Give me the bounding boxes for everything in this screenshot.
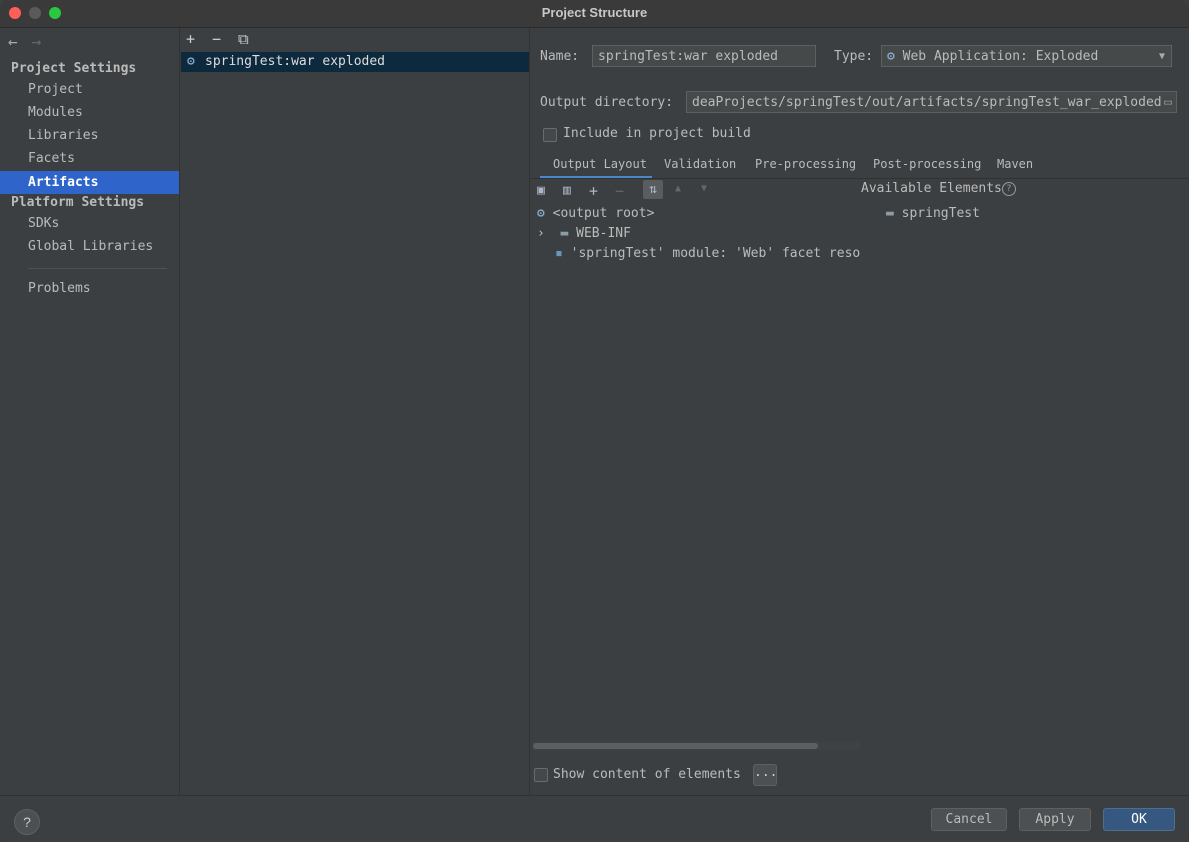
include-in-build-checkbox[interactable] [543, 128, 557, 142]
type-select[interactable]: ⚙ Web Application: Exploded ▼ [881, 45, 1172, 67]
window-title: Project Structure [541, 5, 648, 20]
show-content-checkbox[interactable] [534, 768, 548, 782]
remove-icon[interactable]: − [615, 182, 624, 200]
tree-row-module-resources[interactable]: ▪ 'springTest' module: 'Web' facet resou… [555, 246, 860, 261]
tab-output-layout[interactable]: Output Layout [553, 157, 647, 171]
tab-maven[interactable]: Maven [997, 157, 1033, 171]
nav-item-modules[interactable]: Modules [0, 101, 179, 124]
tab-pre-processing[interactable]: Pre-processing [755, 157, 856, 171]
help-icon[interactable]: ? [1001, 181, 1016, 196]
folder-icon: ▬ [560, 226, 569, 241]
web-facet-icon: ▪ [555, 246, 563, 261]
output-directory-label: Output directory: [540, 95, 674, 110]
web-artifact-icon: ⚙ [887, 49, 895, 64]
nav-item-facets[interactable]: Facets [0, 147, 179, 170]
available-elements-header: Available Elements? [861, 181, 1016, 196]
remove-icon[interactable]: − [212, 30, 238, 48]
artifacts-panel: + − ⧉ ⚙ springTest:war exploded [180, 28, 530, 795]
nav-item-problems[interactable]: Problems [0, 277, 179, 300]
tree-label: <output root> [552, 206, 655, 221]
tree-label: WEB-INF [576, 226, 631, 241]
sort-icon[interactable]: ⇅ [643, 180, 663, 199]
add-copy-icon[interactable]: + [589, 182, 598, 200]
move-down-icon[interactable]: ▼ [701, 183, 707, 194]
name-field[interactable]: springTest:war exploded [592, 45, 816, 67]
module-folder-icon: ▬ [886, 206, 894, 221]
name-label: Name: [540, 49, 580, 64]
tab-post-processing[interactable]: Post-processing [873, 157, 981, 171]
available-elements-label: Available Elements [861, 181, 1002, 196]
artifact-list-item[interactable]: ⚙ springTest:war exploded [181, 52, 529, 72]
show-content-label: Show content of elements [553, 767, 741, 782]
ok-button[interactable]: OK [1103, 808, 1175, 831]
move-up-icon[interactable]: ▲ [675, 183, 681, 194]
tree-label: 'springTest' module: 'Web' facet resourc… [570, 246, 860, 261]
project-settings-header: Project Settings [11, 61, 137, 76]
tabs-divider [530, 178, 1189, 179]
ellipsis-button[interactable]: ... [753, 764, 777, 786]
nav-history: ← → [8, 32, 55, 51]
nav-divider [28, 268, 167, 269]
new-directory-icon[interactable]: ▣ [537, 183, 545, 198]
include-in-build-label: Include in project build [563, 126, 751, 141]
type-label: Type: [834, 49, 874, 64]
artifact-detail: Name: springTest:war exploded Type: ⚙ We… [530, 28, 1189, 795]
available-item-label: springTest [901, 206, 980, 221]
arrow-left-icon[interactable]: ← [8, 32, 18, 51]
help-button[interactable]: ? [14, 809, 40, 835]
type-select-value: Web Application: Exploded [902, 49, 1099, 64]
web-artifact-icon: ⚙ [187, 54, 195, 69]
output-directory-value: deaProjects/springTest/out/artifacts/spr… [692, 95, 1162, 110]
nav-item-sdks[interactable]: SDKs [0, 212, 179, 235]
tree-row-webinf[interactable]: › ▬ WEB-INF [537, 226, 631, 241]
output-layout-tree: ⚙ <output root> › ▬ WEB-INF ▪ 'springTes… [530, 204, 860, 744]
nav-item-libraries[interactable]: Libraries [0, 124, 179, 147]
scrollbar-thumb[interactable] [533, 743, 818, 749]
project-structure-window: Project Structure ← → Project Settings Pr… [0, 0, 1189, 842]
nav-item-artifacts[interactable]: Artifacts [0, 171, 179, 194]
copy-icon[interactable]: ⧉ [238, 30, 264, 48]
tree-row-output-root[interactable]: ⚙ <output root> [537, 206, 654, 221]
platform-settings-header: Platform Settings [11, 195, 145, 210]
chevron-down-icon: ▼ [1158, 51, 1165, 62]
nav-item-global-libraries[interactable]: Global Libraries [0, 235, 179, 258]
nav-item-project[interactable]: Project [0, 78, 179, 101]
dialog-footer: ? Cancel Apply OK [0, 795, 1189, 842]
available-item-springtest[interactable]: ▬ springTest [886, 206, 980, 221]
arrow-right-icon[interactable]: → [32, 32, 42, 51]
output-directory-field[interactable]: deaProjects/springTest/out/artifacts/spr… [686, 91, 1177, 113]
folder-icon[interactable]: ▭ [1164, 92, 1172, 112]
artifacts-toolbar: + − ⧉ [186, 30, 264, 48]
output-root-icon: ⚙ [537, 206, 545, 221]
artifact-label: springTest:war exploded [205, 54, 386, 69]
title-bar: Project Structure [0, 0, 1189, 28]
chevron-right-icon[interactable]: › [537, 226, 545, 241]
archive-icon[interactable]: ▥ [563, 183, 571, 198]
cancel-button[interactable]: Cancel [931, 808, 1007, 831]
tab-validation[interactable]: Validation [664, 157, 736, 171]
add-icon[interactable]: + [186, 30, 212, 48]
settings-nav: ← → Project Settings Project Modules Libr… [0, 28, 180, 795]
apply-button[interactable]: Apply [1019, 808, 1091, 831]
